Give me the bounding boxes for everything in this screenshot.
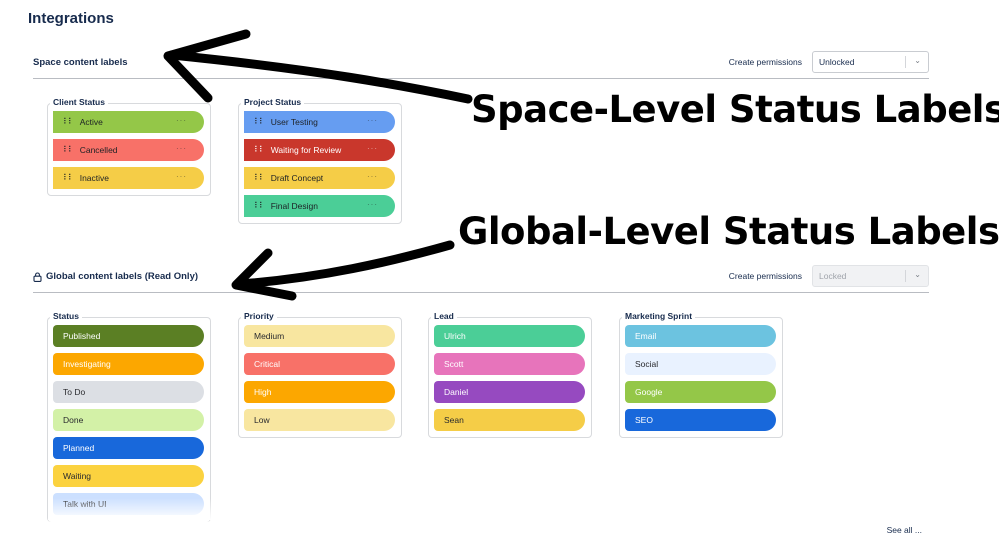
annotation-space-level: Space-Level Status Labels — [471, 88, 999, 131]
annotation-global-level: Global-Level Status Labels — [458, 210, 999, 253]
annotation-arrow-space — [167, 50, 473, 104]
annotation-arrowhead-global — [231, 248, 297, 301]
annotation-arrows — [163, 29, 473, 301]
